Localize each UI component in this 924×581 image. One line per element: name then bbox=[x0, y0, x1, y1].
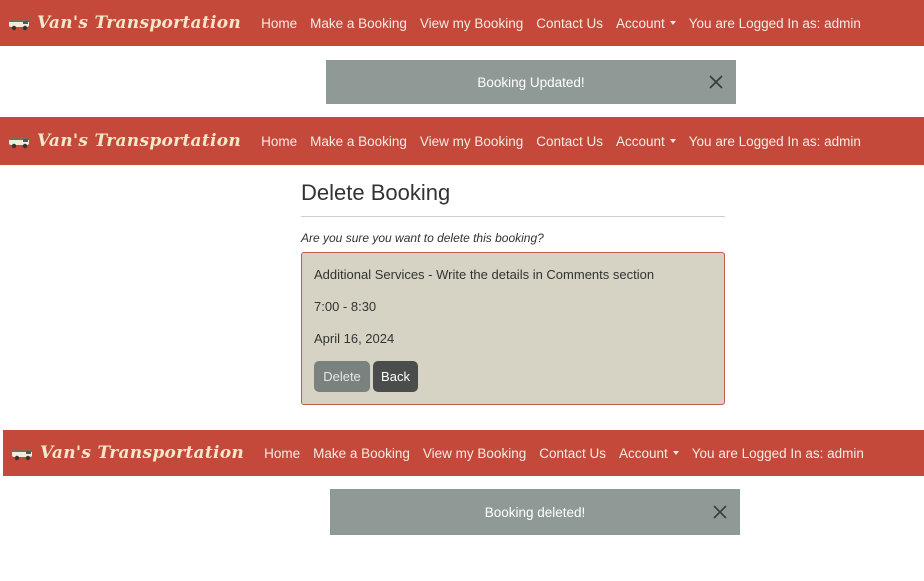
nav-view-booking[interactable]: View my Booking bbox=[423, 446, 526, 461]
nav-account-label: Account bbox=[616, 15, 665, 31]
booking-service: Additional Services - Write the details … bbox=[314, 267, 655, 282]
nav-contact[interactable]: Contact Us bbox=[539, 446, 606, 461]
toast-message: Booking Updated! bbox=[477, 74, 585, 90]
nav-account-label: Account bbox=[619, 445, 668, 461]
logged-in-status: You are Logged In as: admin bbox=[688, 15, 861, 31]
delete-booking-section: Delete Booking Are you sure you want to … bbox=[301, 178, 725, 405]
brand-text: Van's Transportation bbox=[40, 443, 245, 463]
nav-home[interactable]: Home bbox=[264, 446, 300, 461]
close-icon[interactable] bbox=[712, 504, 728, 520]
nav-account-dropdown[interactable]: Account bbox=[619, 446, 679, 461]
brand-text: Van's Transportation bbox=[37, 13, 242, 33]
van-icon bbox=[8, 134, 32, 149]
brand-link[interactable]: Van's Transportation bbox=[0, 131, 241, 151]
caret-down-icon bbox=[672, 450, 679, 455]
delete-button[interactable]: Delete bbox=[314, 361, 370, 392]
caret-down-icon bbox=[669, 20, 676, 25]
brand-text: Van's Transportation bbox=[37, 131, 242, 151]
booking-card: Additional Services - Write the details … bbox=[301, 252, 725, 405]
navbar: Van's Transportation Home Make a Booking… bbox=[3, 430, 924, 476]
nav-contact[interactable]: Contact Us bbox=[536, 16, 603, 31]
nav-make-booking[interactable]: Make a Booking bbox=[310, 134, 407, 149]
nav-home[interactable]: Home bbox=[261, 16, 297, 31]
nav-account-dropdown[interactable]: Account bbox=[616, 134, 676, 149]
van-icon bbox=[11, 446, 35, 461]
van-icon bbox=[8, 16, 32, 31]
nav-contact[interactable]: Contact Us bbox=[536, 134, 603, 149]
nav-make-booking[interactable]: Make a Booking bbox=[310, 16, 407, 31]
divider bbox=[301, 216, 725, 217]
navbar: Van's Transportation Home Make a Booking… bbox=[0, 117, 924, 165]
toast-booking-updated: Booking Updated! bbox=[326, 60, 736, 104]
booking-date: April 16, 2024 bbox=[314, 331, 395, 346]
caret-down-icon bbox=[669, 138, 676, 143]
nav-home[interactable]: Home bbox=[261, 134, 297, 149]
nav-account-dropdown[interactable]: Account bbox=[616, 16, 676, 31]
logged-in-status: You are Logged In as: admin bbox=[691, 445, 864, 461]
nav-account-label: Account bbox=[616, 133, 665, 149]
logged-in-status: You are Logged In as: admin bbox=[688, 133, 861, 149]
toast-booking-deleted: Booking deleted! bbox=[330, 489, 740, 535]
nav-view-booking[interactable]: View my Booking bbox=[420, 134, 523, 149]
toast-message: Booking deleted! bbox=[484, 504, 586, 520]
back-button[interactable]: Back bbox=[373, 361, 418, 392]
nav-view-booking[interactable]: View my Booking bbox=[420, 16, 523, 31]
booking-time: 7:00 - 8:30 bbox=[314, 299, 377, 314]
nav-make-booking[interactable]: Make a Booking bbox=[313, 446, 410, 461]
brand-link[interactable]: Van's Transportation bbox=[3, 443, 244, 463]
navbar: Van's Transportation Home Make a Booking… bbox=[0, 0, 924, 46]
brand-link[interactable]: Van's Transportation bbox=[0, 13, 241, 33]
page-title: Delete Booking bbox=[301, 180, 451, 205]
close-icon[interactable] bbox=[708, 74, 724, 90]
confirm-question: Are you sure you want to delete this boo… bbox=[301, 231, 544, 245]
